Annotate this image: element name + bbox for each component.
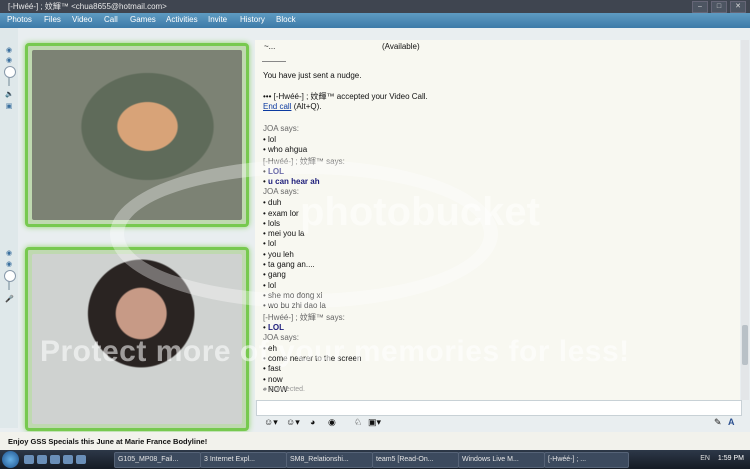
window-title: [-Hwéé-] ; 妏輝™ <chua8655@hotmail.com> <box>8 2 167 11</box>
menu-history[interactable]: History <box>240 15 265 24</box>
contact-header: ~... (Available) <box>262 42 732 52</box>
message-item: • who ahgua <box>263 145 307 154</box>
divider <box>262 61 286 62</box>
message-item: • now <box>263 375 283 384</box>
connection-text: Connected. <box>269 386 305 393</box>
menu-invite[interactable]: Invite <box>208 15 227 24</box>
own-camera-toggle-icon[interactable]: ◉ <box>5 261 13 269</box>
message-item: • LOL <box>263 323 284 332</box>
handwriting-icon[interactable]: ✎ <box>714 417 722 428</box>
media-controls-strip <box>0 28 18 428</box>
task-internet-explorer[interactable]: 3 Internet Expl... <box>200 452 287 468</box>
task-team5[interactable]: team5 [Read-On... <box>372 452 459 468</box>
accept-prefix: ••• <box>263 92 272 101</box>
menu-bar: Photos Files Video Call Games Activities… <box>0 13 750 28</box>
accept-text: [-Hwéé-] ; 妏輝™ accepted your Video Call. <box>273 92 428 101</box>
contact-status: (Available) <box>382 42 420 51</box>
message-item: • lol <box>263 135 276 144</box>
menu-games[interactable]: Games <box>130 15 156 24</box>
end-call-link[interactable]: End call <box>263 102 291 111</box>
watermark-brand: photobucket <box>300 190 540 234</box>
menu-call[interactable]: Call <box>104 15 118 24</box>
menu-video[interactable]: Video <box>72 15 92 24</box>
message-text: now <box>268 374 283 384</box>
menu-block[interactable]: Block <box>276 15 296 24</box>
sender-line: [-Hwéé-] ; 妏輝™ says: <box>263 312 345 322</box>
menu-photos[interactable]: Photos <box>7 15 32 24</box>
end-call-line: End call (Alt+Q). <box>263 102 321 111</box>
message-text: LOL <box>268 322 285 332</box>
maximize-button[interactable]: □ <box>711 1 727 13</box>
task-windows-live[interactable]: Windows Live M... <box>458 452 545 468</box>
fullscreen-icon[interactable]: ▣ <box>5 103 13 111</box>
menu-files[interactable]: Files <box>44 15 61 24</box>
start-button[interactable] <box>2 451 19 468</box>
menu-activities[interactable]: Activities <box>166 15 198 24</box>
language-indicator[interactable]: EN <box>700 455 710 462</box>
sender-line: JOA says: <box>263 124 300 133</box>
taskbar: G105_MP08_Fail... 3 Internet Expl... SM8… <box>0 450 750 469</box>
quicklaunch-switch-icon[interactable] <box>50 455 60 464</box>
quicklaunch-desktop-icon[interactable] <box>24 455 34 464</box>
background-icon[interactable]: ♘ <box>354 417 362 428</box>
minimize-button[interactable]: – <box>692 1 708 13</box>
quicklaunch-media-icon[interactable] <box>63 455 73 464</box>
task-g105[interactable]: G105_MP08_Fail... <box>114 452 201 468</box>
call-accepted-notice: ••• [-Hwéé-] ; 妏輝™ accepted your Video C… <box>263 91 428 102</box>
quicklaunch-folder-icon[interactable] <box>76 455 86 464</box>
volume-slider-knob[interactable] <box>4 66 16 78</box>
microphone-icon[interactable]: 🎤 <box>5 296 14 304</box>
connection-status: ● Connected. <box>263 386 305 393</box>
end-call-shortcut: (Alt+Q). <box>293 102 322 111</box>
scrollbar-thumb[interactable] <box>742 325 748 365</box>
close-button[interactable]: ✕ <box>730 1 746 13</box>
quicklaunch-ie-icon[interactable] <box>37 455 47 464</box>
message-text: who ahgua <box>268 145 308 155</box>
task-conversation[interactable]: [-Hwéé-] ; ... <box>544 452 629 468</box>
own-camera-settings-icon[interactable]: ◉ <box>5 250 13 258</box>
message-text: lol <box>268 135 277 144</box>
input-toolbar: ☺▾ ☺▾ ◕ ◉ ♘ ▣▾ ✎ A <box>256 416 740 430</box>
games-icon[interactable]: ▣▾ <box>368 417 381 428</box>
task-sm8[interactable]: SM8_Relationshi... <box>286 452 373 468</box>
window-controls: – □ ✕ <box>692 1 746 13</box>
mic-slider-knob[interactable] <box>4 270 16 282</box>
window-titlebar: [-Hwéé-] ; 妏輝™ <chua8655@hotmail.com> – … <box>0 0 750 13</box>
chat-scrollbar[interactable] <box>741 40 749 400</box>
clock[interactable]: 1:59 PM <box>718 455 744 462</box>
emoticon-icon[interactable]: ☺▾ <box>264 417 278 428</box>
voice-clip-icon[interactable]: ◉ <box>328 417 336 428</box>
nudge-icon[interactable]: ◕ <box>310 417 315 427</box>
camera-toggle-icon[interactable]: ◉ <box>5 57 13 65</box>
ad-text[interactable]: Enjoy GSS Specials this June at Marie Fr… <box>8 437 207 446</box>
wink-icon[interactable]: ☺▾ <box>286 417 300 428</box>
font-icon[interactable]: A <box>728 417 735 427</box>
camera-settings-icon[interactable]: ◉ <box>5 47 13 55</box>
speaker-icon[interactable]: 🔈 <box>5 91 14 99</box>
advertisement-bar[interactable]: Enjoy GSS Specials this June at Marie Fr… <box>0 432 750 450</box>
contact-name: ~... <box>264 42 276 51</box>
message-input[interactable] <box>256 400 742 416</box>
watermark-slogan: Protect more of your memories for less! <box>40 335 630 368</box>
nudge-notice: You have just sent a nudge. <box>263 71 362 80</box>
